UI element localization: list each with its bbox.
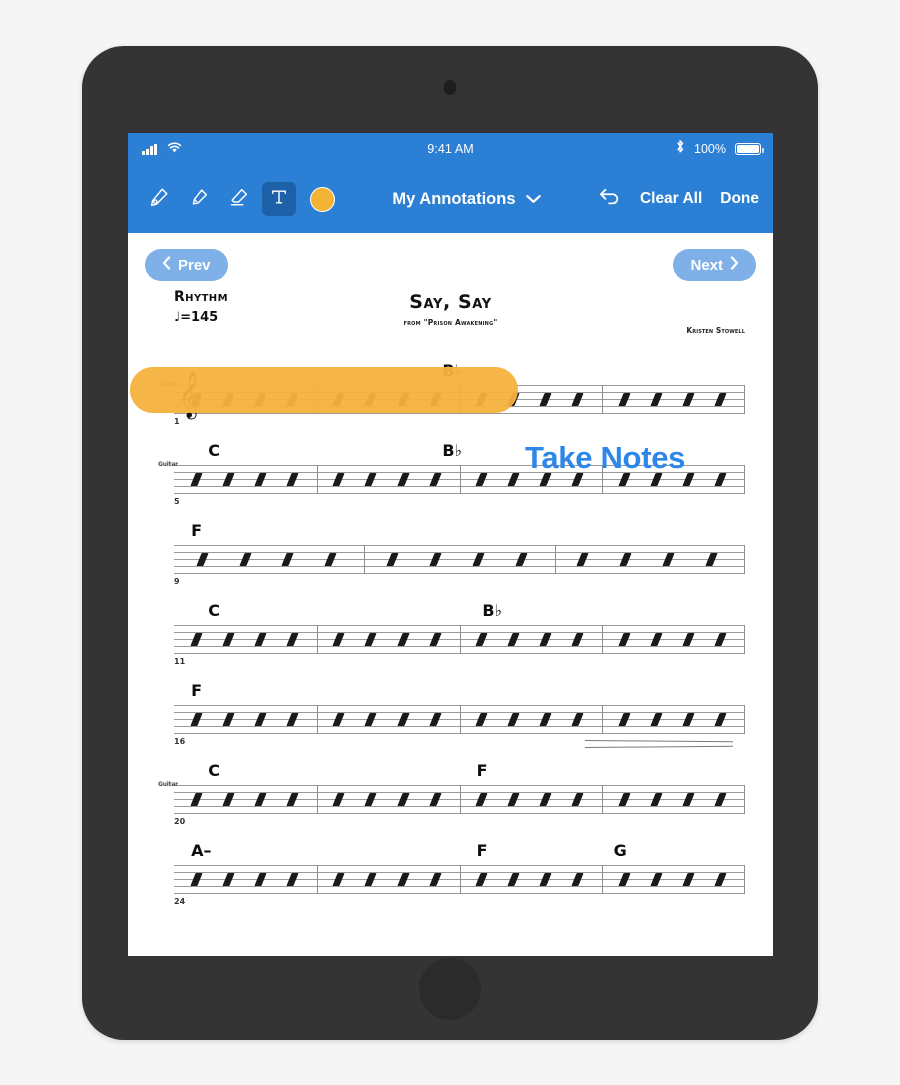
score-system: A– F G 24	[128, 835, 773, 915]
annotation-toolbar: My Annotations Clear All Done	[128, 165, 773, 233]
score-header: Rhythm ♩=145 Say, Say from "Prison Awake…	[128, 285, 773, 355]
chord-symbol: F	[191, 681, 203, 700]
chevron-left-icon	[162, 256, 171, 274]
barline	[316, 705, 318, 734]
measure-number: 9	[174, 577, 180, 586]
home-button[interactable]	[419, 958, 481, 1020]
barline	[459, 465, 461, 494]
page-navigation: Prev Next	[128, 233, 773, 285]
staff: F9	[174, 521, 745, 586]
score-system: C B♭ 11	[128, 595, 773, 675]
barline	[744, 465, 745, 494]
highlighter-annotation[interactable]	[130, 367, 518, 413]
chord-symbol: C	[208, 761, 220, 780]
barline	[459, 625, 461, 654]
highlighter-icon	[188, 186, 210, 213]
battery-icon	[735, 143, 764, 155]
barline	[602, 785, 604, 814]
score-systems: Guitar𝄞B♭1GuitarCB♭5F9CB♭11F16GuitarCF20…	[128, 355, 773, 915]
next-page-button[interactable]: Next	[673, 249, 756, 281]
measure-number: 5	[174, 497, 180, 506]
staff: F 16	[174, 681, 745, 746]
chord-symbol: C	[208, 441, 220, 460]
score-title: Say, Say	[409, 291, 492, 313]
battery-percent-label: 100%	[694, 142, 726, 156]
prev-label: Prev	[178, 256, 211, 274]
staff: A– F G 24	[174, 841, 745, 906]
bluetooth-icon	[675, 139, 685, 159]
status-bar: 9:41 AM 100%	[128, 133, 773, 165]
eraser-tool-button[interactable]	[222, 182, 256, 216]
barline	[459, 865, 461, 894]
barline	[602, 865, 604, 894]
tool-group	[142, 182, 335, 216]
measure-number: 1	[174, 417, 180, 426]
instrument-label: Guitar	[158, 461, 178, 468]
chord-symbol: F	[476, 761, 488, 780]
chord-symbol: A–	[191, 841, 212, 860]
barline	[744, 865, 745, 894]
barline	[744, 385, 745, 414]
barline	[316, 465, 318, 494]
score-system: Guitar C F 20	[128, 755, 773, 835]
chevron-right-icon	[730, 256, 739, 274]
status-bar-right: 100%	[675, 133, 764, 165]
score-system: F9	[128, 515, 773, 595]
next-label: Next	[690, 256, 723, 274]
barline	[744, 545, 745, 574]
chord-symbol: F	[191, 521, 203, 540]
score-page: Prev Next Rhythm ♩=145 Say, Say from "Pr…	[128, 233, 773, 956]
score-composer: Kristen Stowell	[686, 326, 745, 335]
barline	[744, 625, 745, 654]
score-system: F 16	[128, 675, 773, 755]
barline	[364, 545, 366, 574]
tablet-device-frame: 9:41 AM 100% My Annotations Clear All Do…	[82, 46, 818, 1040]
barline	[459, 705, 461, 734]
barline	[602, 385, 604, 414]
barline	[602, 625, 604, 654]
barline	[316, 785, 318, 814]
barline	[554, 545, 556, 574]
chord-symbol: C	[208, 601, 220, 620]
barline	[316, 625, 318, 654]
highlighter-tool-button[interactable]	[182, 182, 216, 216]
measure-number: 11	[174, 657, 186, 666]
measure-number: 24	[174, 897, 186, 906]
text-t-icon	[269, 187, 289, 212]
barline	[744, 785, 745, 814]
barline	[316, 865, 318, 894]
pen-icon	[148, 186, 170, 213]
staff: Guitar C F 20	[158, 761, 745, 826]
chord-symbol: B♭	[482, 601, 503, 620]
toolbar-actions: Clear All Done	[598, 187, 759, 212]
pen-tool-button[interactable]	[142, 182, 176, 216]
barline	[744, 705, 745, 734]
text-tool-button[interactable]	[262, 182, 296, 216]
instrument-label: Guitar	[158, 781, 178, 788]
text-annotation[interactable]: Take Notes	[525, 440, 685, 476]
chord-symbol: B♭	[442, 441, 463, 460]
tablet-screen: 9:41 AM 100% My Annotations Clear All Do…	[128, 133, 773, 956]
sheet-music: Rhythm ♩=145 Say, Say from "Prison Awake…	[128, 285, 773, 956]
staff: C B♭ 11	[174, 601, 745, 666]
chord-symbol: G	[613, 841, 627, 860]
clear-all-button[interactable]: Clear All	[640, 190, 702, 208]
prev-page-button[interactable]: Prev	[145, 249, 228, 281]
front-camera-icon	[443, 80, 457, 95]
diminuendo-hairpin	[585, 739, 733, 749]
measure-number: 16	[174, 737, 186, 746]
color-swatch-button[interactable]	[310, 186, 335, 212]
score-subtitle: from "Prison Awakening"	[403, 318, 498, 327]
eraser-icon	[228, 186, 250, 213]
measure-number: 20	[174, 817, 186, 826]
chevron-down-icon	[525, 190, 541, 209]
chord-symbol: F	[476, 841, 488, 860]
barline	[459, 785, 461, 814]
screenshot-root: 9:41 AM 100% My Annotations Clear All Do…	[0, 0, 900, 1085]
undo-button[interactable]	[598, 187, 622, 212]
document-name-label: My Annotations	[392, 189, 516, 208]
done-button[interactable]: Done	[720, 190, 759, 208]
document-selector[interactable]: My Annotations	[335, 190, 598, 209]
barline	[602, 705, 604, 734]
